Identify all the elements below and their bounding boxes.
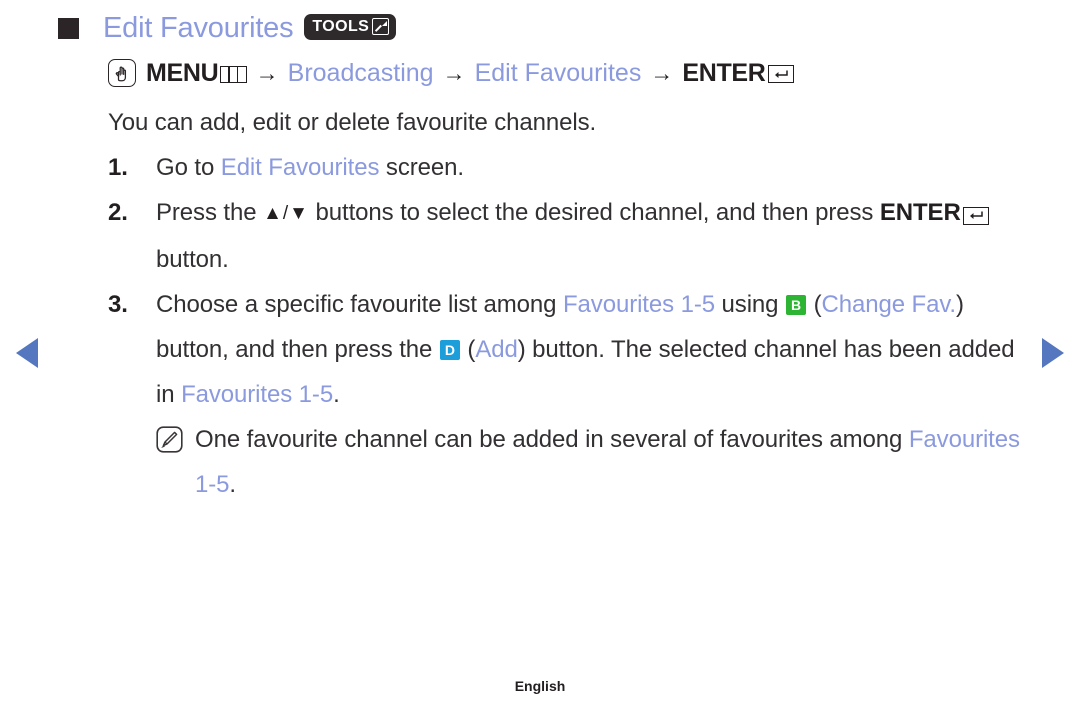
touch-hand-icon xyxy=(108,59,136,87)
menu-path: MENU → Broadcasting → Edit Favourites → … xyxy=(108,56,1038,90)
step-3-highlight-4: Favourites 1-5 xyxy=(181,381,334,408)
enter-key-icon-step2 xyxy=(962,206,989,225)
page-title-row: Edit Favourites TOOLS xyxy=(58,12,397,45)
step-2-text-2: buttons to select the desired channel, a… xyxy=(308,199,880,226)
step-1-highlight-1: Edit Favourites xyxy=(220,154,380,181)
menu-label: MENU xyxy=(146,59,219,87)
enter-label: ENTER xyxy=(682,59,766,87)
step-3: 3. Choose a specific favourite list amon… xyxy=(108,282,1038,417)
step-3-text-1: Choose a specific favourite list among xyxy=(156,291,563,318)
note-text-2: . xyxy=(229,471,236,498)
note-block: One favourite channel can be added in se… xyxy=(108,417,1038,507)
up-down-arrows-icon: ▲/▼ xyxy=(263,203,309,224)
path-item-edit-favourites: Edit Favourites xyxy=(474,59,642,87)
step-2-number: 2. xyxy=(108,199,128,226)
step-1-text-2: screen. xyxy=(379,154,464,181)
path-arrow-3: → xyxy=(650,60,674,86)
step-1-text-1: Go to xyxy=(156,154,221,181)
step-1: 1. Go to Edit Favourites screen. xyxy=(108,145,1038,190)
bullet-square-icon xyxy=(58,18,79,39)
key-b-badge: B xyxy=(786,295,806,315)
next-page-arrow-icon[interactable] xyxy=(1042,338,1064,368)
step-3-highlight-3: Add xyxy=(475,336,518,363)
step-3-highlight-1: Favourites 1-5 xyxy=(562,291,715,318)
step-2-text: Press the ▲/▼ buttons to select the desi… xyxy=(156,190,1038,282)
note-pen-icon xyxy=(156,426,183,453)
path-arrow-1: → xyxy=(255,60,279,86)
step-3-text-3: ( xyxy=(807,291,822,318)
step-3-text-2: using xyxy=(714,291,785,318)
tools-arrow-icon xyxy=(372,18,390,35)
step-2-enter-label: ENTER xyxy=(879,199,961,226)
footer-language: English xyxy=(514,678,566,694)
step-3-highlight-2: Change Fav. xyxy=(821,291,957,318)
tools-badge: TOOLS xyxy=(304,13,397,40)
previous-page-arrow-icon[interactable] xyxy=(16,338,38,368)
path-item-broadcasting: Broadcasting xyxy=(287,59,434,87)
manual-page: Edit Favourites TOOLS MENU → Broadcastin… xyxy=(0,0,1080,705)
enter-key-icon xyxy=(767,65,794,83)
step-1-text: Go to Edit Favourites screen. xyxy=(156,145,1038,190)
page-title: Edit Favourites xyxy=(103,12,294,44)
note-text: One favourite channel can be added in se… xyxy=(195,417,1038,507)
step-2-text-1: Press the xyxy=(156,199,264,226)
menu-bars-icon xyxy=(219,65,247,83)
note-text-1: One favourite channel can be added in se… xyxy=(195,426,909,453)
step-3-text: Choose a specific favourite list among F… xyxy=(156,282,1038,417)
path-arrow-2: → xyxy=(442,60,466,86)
step-3-text-5: ( xyxy=(460,336,476,363)
tools-badge-label: TOOLS xyxy=(312,17,370,35)
step-1-number: 1. xyxy=(108,154,128,181)
step-2-text-3: button. xyxy=(156,246,229,273)
step-2: 2. Press the ▲/▼ buttons to select the d… xyxy=(108,190,1038,282)
key-d-badge: D xyxy=(439,340,460,360)
content-column: MENU → Broadcasting → Edit Favourites → … xyxy=(108,56,1038,507)
intro-paragraph: You can add, edit or delete favourite ch… xyxy=(108,109,597,136)
step-3-text-7: . xyxy=(333,381,340,408)
step-3-number: 3. xyxy=(108,291,128,318)
